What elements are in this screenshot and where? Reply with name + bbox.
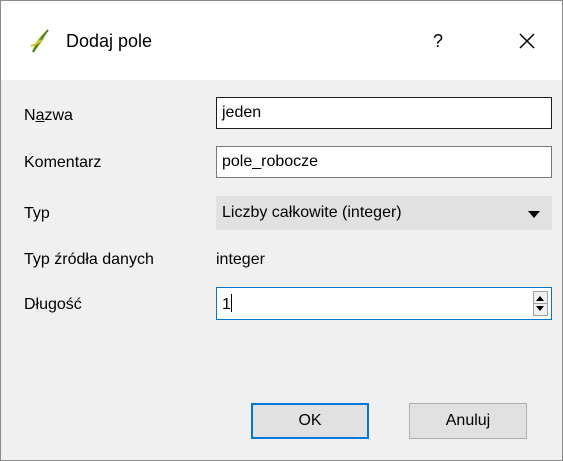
add-field-dialog: Dodaj pole ? Nazwa jeden Komentarz pole_… (0, 0, 563, 461)
length-label: Długość (24, 296, 82, 313)
name-label-part1: N (24, 107, 36, 124)
comment-input[interactable]: pole_robocze (216, 146, 552, 178)
type-label: Typ (24, 205, 50, 222)
provider-type-value: integer (216, 251, 265, 268)
help-button[interactable]: ? (409, 21, 467, 61)
length-spinbox[interactable]: 1 (216, 287, 552, 320)
spin-down-icon[interactable] (536, 306, 544, 311)
type-dropdown[interactable]: Liczby całkowite (integer) (216, 196, 552, 230)
name-input[interactable]: jeden (216, 97, 552, 129)
cancel-button[interactable]: Anuluj (409, 403, 527, 439)
chevron-down-icon (528, 211, 540, 218)
provider-type-label: Typ źródła danych (24, 251, 154, 268)
close-button[interactable] (498, 21, 556, 61)
qgis-leaf-icon (30, 29, 49, 53)
comment-label: Komentarz (24, 154, 102, 171)
spin-up-icon[interactable] (536, 296, 544, 301)
ok-button[interactable]: OK (251, 403, 369, 439)
spin-buttons-icon[interactable] (533, 291, 548, 316)
name-label: Nazwa (24, 107, 73, 125)
type-dropdown-value: Liczby całkowite (integer) (222, 204, 402, 221)
text-caret (230, 294, 232, 312)
close-icon (519, 33, 535, 49)
name-label-part2: zwa (44, 107, 73, 124)
spin-divider (534, 303, 547, 304)
dialog-title: Dodaj pole (66, 31, 153, 51)
length-value: 1 (222, 296, 231, 313)
title-bar: Dodaj pole ? (1, 1, 562, 80)
